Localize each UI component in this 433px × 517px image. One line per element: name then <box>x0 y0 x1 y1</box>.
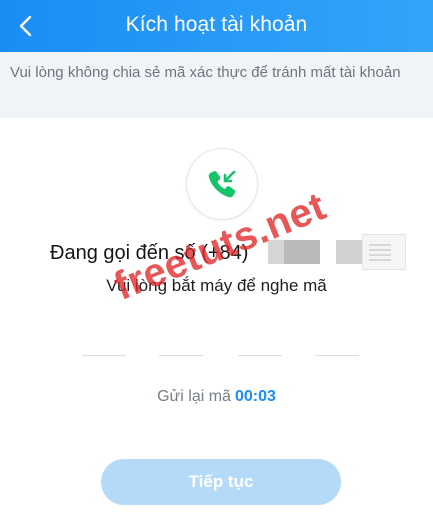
otp-slot-4[interactable] <box>315 355 359 356</box>
resend-code-label: Gửi lại mã <box>157 388 231 405</box>
otp-input-row <box>0 355 433 357</box>
incoming-call-icon <box>208 170 236 198</box>
calling-number-label: Đang gọi đến số (+84) <box>50 242 249 264</box>
answer-call-instruction: Vui lòng bắt máy để nghe mã <box>106 276 327 295</box>
resend-code: Gửi lại mã 00:03 <box>0 388 433 406</box>
page-title: Kích hoạt tài khoản <box>125 13 308 36</box>
continue-button[interactable]: Tiếp tục <box>101 459 341 505</box>
otp-slot-1[interactable] <box>82 355 126 356</box>
masked-phone-number <box>268 240 284 264</box>
otp-slot-2[interactable] <box>159 355 203 356</box>
masked-phone-number <box>362 234 406 270</box>
call-status-circle <box>186 148 258 220</box>
masked-phone-number <box>336 240 362 264</box>
app-header: Kích hoạt tài khoản <box>0 0 433 52</box>
resend-timer: 00:03 <box>234 388 276 405</box>
otp-slot-3[interactable] <box>238 355 282 356</box>
security-notice: Vui lòng không chia sẻ mã xác thực để tr… <box>0 52 433 118</box>
masked-phone-number <box>284 240 320 264</box>
